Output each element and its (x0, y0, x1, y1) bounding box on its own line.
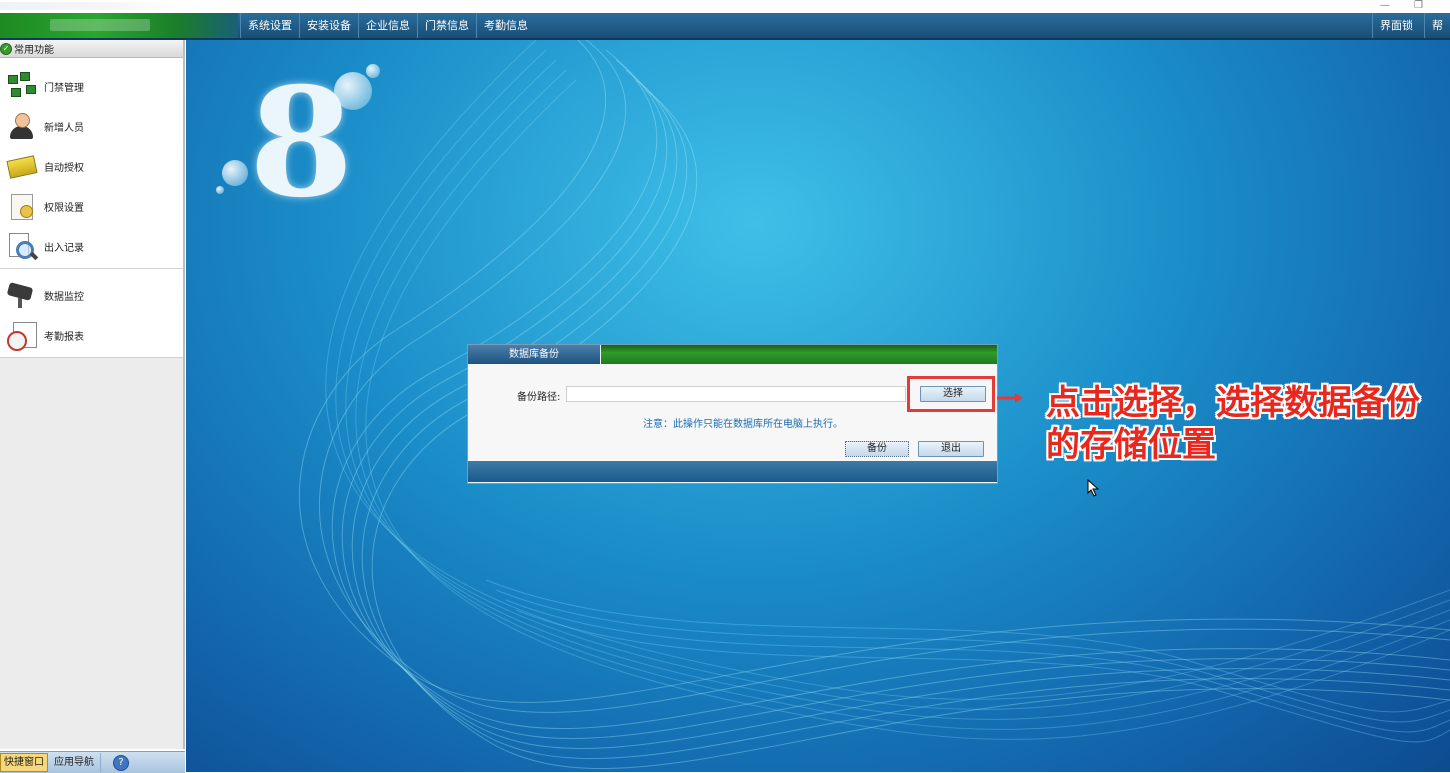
tutorial-annotation: 点击选择，选择数据备份的存储位置 (1046, 383, 1420, 465)
tab-app-navigation[interactable]: 应用导航 (48, 753, 101, 772)
dialog-title: 数据库备份 (468, 345, 600, 364)
backup-path-input[interactable] (566, 386, 906, 402)
sidebar: ✓ 常用功能 门禁管理 新增人员 自动授权 权限设置 出入记录 数据监控 考勤报… (0, 40, 185, 749)
sidebar-item-access-management[interactable]: 门禁管理 (0, 66, 183, 106)
sidebar-header[interactable]: ✓ 常用功能 (0, 40, 183, 58)
sidebar-item-label: 自动授权 (44, 162, 84, 174)
certificate-icon (6, 192, 38, 220)
sidebar-item-attendance-report[interactable]: 考勤报表 (0, 315, 183, 355)
access-control-icon (6, 72, 38, 100)
sidebar-item-auto-authorize[interactable]: 自动授权 (0, 146, 183, 186)
menu-help[interactable]: 帮 (1424, 13, 1450, 38)
bubble-decoration (334, 72, 372, 110)
magnifier-icon (6, 232, 39, 261)
sidebar-item-label: 考勤报表 (44, 331, 84, 343)
clock-report-icon (6, 321, 38, 351)
sidebar-group-2: 数据监控 考勤报表 (0, 269, 183, 358)
notice-text: 注意：此操作只能在数据库所在电脑上执行。 (643, 419, 843, 430)
sidebar-item-label: 新增人员 (44, 122, 84, 134)
dialog-header-bar (601, 345, 997, 364)
help-icon[interactable]: ? (113, 754, 129, 771)
menu-lock-screen[interactable]: 界面锁定 (1372, 13, 1424, 57)
brand-logo (0, 13, 238, 38)
highlight-box (907, 376, 995, 412)
sidebar-header-label: 常用功能 (14, 45, 54, 56)
arrow-icon (997, 393, 1023, 403)
sidebar-item-label: 数据监控 (44, 291, 84, 303)
menu-attendance-info[interactable]: 考勤信息 (476, 13, 535, 38)
menu-right: 界面锁定 帮 (1372, 13, 1450, 57)
card-icon (6, 152, 38, 180)
sidebar-item-add-person[interactable]: 新增人员 (0, 106, 183, 146)
sidebar-item-data-monitor[interactable]: 数据监控 (0, 275, 183, 315)
brand-blurred-text (50, 19, 150, 31)
menu-bar: 系统设置 安装设备 企业信息 门禁信息 考勤信息 界面锁定 帮 (0, 13, 1450, 57)
user-icon (6, 112, 38, 140)
sidebar-item-access-records[interactable]: 出入记录 (0, 226, 183, 266)
checkmark-icon: ✓ (0, 42, 12, 55)
title-bar: — ❐ (0, 0, 1450, 13)
sidebar-group-1: 门禁管理 新增人员 自动授权 权限设置 出入记录 (0, 58, 183, 269)
sidebar-item-label: 出入记录 (44, 242, 84, 254)
bubble-decoration (216, 186, 224, 194)
bubble-decoration (222, 160, 248, 186)
menu-system-settings[interactable]: 系统设置 (240, 13, 299, 38)
menu-install-device[interactable]: 安装设备 (299, 13, 358, 38)
sidebar-item-label: 门禁管理 (44, 82, 84, 94)
sidebar-bottom-tabs: 快捷窗口 应用导航 ? (0, 751, 185, 773)
sidebar-item-label: 权限设置 (44, 202, 84, 214)
blurred-title (0, 2, 180, 10)
minimize-icon[interactable]: — (1380, 0, 1390, 11)
dialog-footer (468, 461, 997, 482)
sidebar-item-permission-settings[interactable]: 权限设置 (0, 186, 183, 226)
restore-icon[interactable]: ❐ (1414, 0, 1423, 11)
backup-button[interactable]: 备份 (845, 441, 909, 457)
dialog-header: 数据库备份 (468, 345, 997, 364)
backup-path-label: 备份路径: (517, 392, 561, 403)
camera-icon (6, 281, 38, 309)
exit-button[interactable]: 退出 (918, 441, 984, 457)
menu-items: 系统设置 安装设备 企业信息 门禁信息 考勤信息 (240, 13, 535, 38)
mouse-cursor-icon (1087, 479, 1100, 497)
tab-quick-window[interactable]: 快捷窗口 (0, 753, 48, 772)
bubble-decoration (366, 64, 380, 78)
menu-access-info[interactable]: 门禁信息 (417, 13, 476, 38)
menu-company-info[interactable]: 企业信息 (358, 13, 417, 38)
database-backup-dialog: 数据库备份 备份路径: 选择 注意：此操作只能在数据库所在电脑上执行。 备份 退… (467, 344, 998, 484)
